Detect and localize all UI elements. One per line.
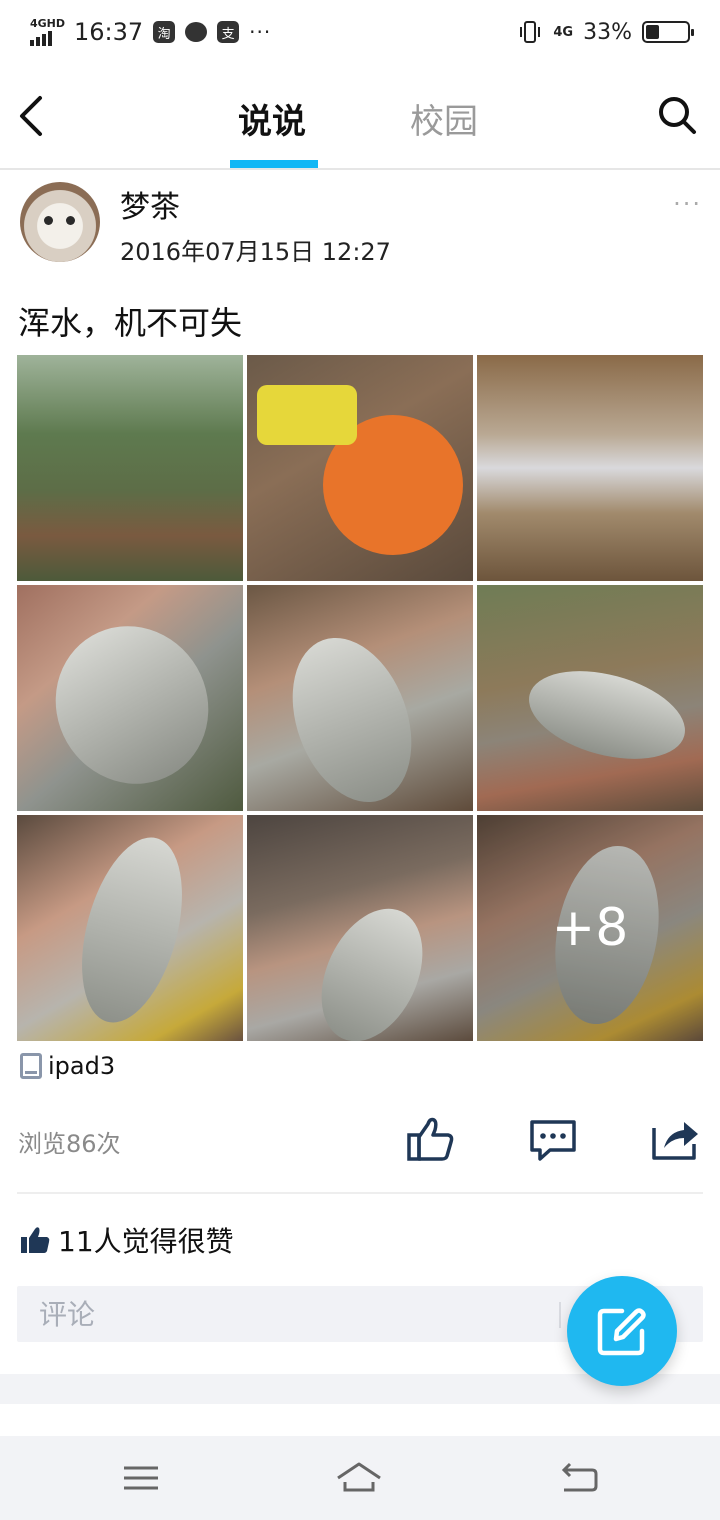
taobao-icon: 淘 bbox=[153, 21, 176, 43]
message-icon bbox=[185, 22, 208, 42]
system-nav-bar bbox=[0, 1436, 720, 1520]
photo-thumbnail[interactable] bbox=[17, 815, 243, 1041]
device-info: ipad3 bbox=[20, 1052, 115, 1080]
view-count: 浏览86次 bbox=[18, 1130, 121, 1158]
compose-button[interactable] bbox=[567, 1276, 677, 1386]
thumbs-up-icon[interactable] bbox=[406, 1114, 456, 1164]
more-options-button[interactable]: ··· bbox=[673, 190, 702, 218]
status-bar: 4GHD 16:37 淘 支 ··· 4G 33% bbox=[0, 0, 720, 64]
clock: 16:37 bbox=[74, 18, 144, 46]
vibrate-icon bbox=[520, 21, 541, 43]
tab-xiaoyuan[interactable]: 校园 bbox=[410, 94, 478, 143]
photo-grid: +8 bbox=[17, 355, 703, 1041]
search-icon[interactable] bbox=[656, 94, 698, 136]
menu-icon[interactable] bbox=[118, 1456, 164, 1500]
network-label: 4GHD bbox=[30, 17, 66, 30]
post-username[interactable]: 梦茶 bbox=[120, 182, 180, 226]
photo-thumbnail[interactable] bbox=[247, 585, 473, 811]
battery-icon bbox=[642, 21, 694, 43]
post-text: 浑水，机不可失 bbox=[18, 304, 243, 342]
photo-thumbnail[interactable] bbox=[247, 355, 473, 581]
share-icon[interactable] bbox=[650, 1114, 700, 1164]
photo-thumbnail[interactable] bbox=[247, 815, 473, 1041]
more-photos-count[interactable]: +8 bbox=[477, 815, 703, 1041]
section-divider bbox=[17, 1192, 703, 1194]
photo-thumbnail[interactable]: +8 bbox=[477, 815, 703, 1041]
likes-summary[interactable]: 11人觉得很赞 bbox=[20, 1220, 234, 1260]
top-header: 说说 校园 bbox=[0, 64, 720, 170]
avatar[interactable] bbox=[20, 182, 100, 262]
network-indicator: 4GHD bbox=[30, 17, 66, 46]
likes-text: 11人觉得很赞 bbox=[58, 1225, 234, 1258]
photo-thumbnail[interactable] bbox=[17, 585, 243, 811]
thumbs-up-filled-icon bbox=[21, 1227, 50, 1253]
photo-thumbnail[interactable] bbox=[477, 355, 703, 581]
comment-input[interactable] bbox=[17, 1286, 557, 1342]
photo-thumbnail[interactable] bbox=[477, 585, 703, 811]
back-arrow-icon[interactable] bbox=[14, 92, 54, 140]
alipay-icon: 支 bbox=[217, 21, 240, 43]
device-name: ipad3 bbox=[48, 1052, 116, 1080]
post-timestamp: 2016年07月15日 12:27 bbox=[120, 238, 391, 266]
comment-icon[interactable] bbox=[528, 1114, 578, 1164]
return-icon[interactable] bbox=[556, 1456, 602, 1500]
tab-shuoshuo[interactable]: 说说 bbox=[238, 94, 306, 143]
photo-thumbnail[interactable] bbox=[17, 355, 243, 581]
edit-icon bbox=[597, 1308, 646, 1356]
more-notifications-icon: ··· bbox=[249, 20, 272, 44]
comment-separator bbox=[559, 1302, 561, 1328]
signal-label: 4G bbox=[553, 24, 574, 40]
active-tab-indicator bbox=[230, 160, 318, 168]
tablet-icon bbox=[20, 1053, 42, 1079]
battery-percent: 33% bbox=[583, 19, 632, 45]
home-icon[interactable] bbox=[336, 1456, 382, 1500]
